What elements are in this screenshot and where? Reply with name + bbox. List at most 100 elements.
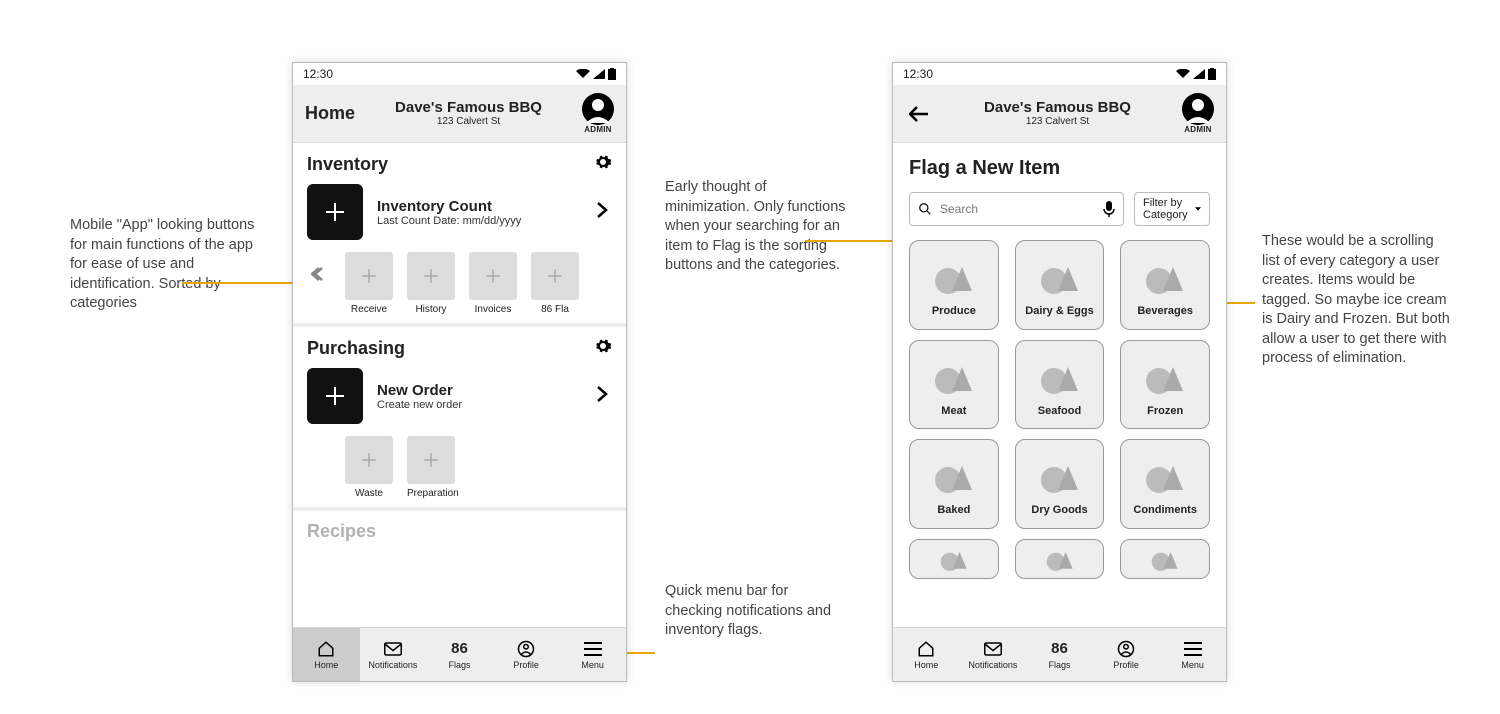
flag-content: Flag a New Item Filter by Category Produ…	[893, 143, 1226, 627]
bottom-nav: Home Notifications 86 Flags Profile Menu	[293, 627, 626, 681]
chevron-left-icon[interactable]	[311, 252, 331, 287]
nav-flags[interactable]: 86 Flags	[1026, 628, 1093, 681]
avatar-icon	[582, 93, 614, 125]
arrow-2	[805, 240, 905, 242]
flags-count: 86	[451, 640, 468, 658]
new-order-row[interactable]: New Order Create new order	[307, 366, 612, 428]
thumb-preparation[interactable]: Preparation	[407, 436, 459, 499]
nav-menu[interactable]: Menu	[1159, 628, 1226, 681]
placeholder-icon	[928, 452, 981, 500]
inventory-count-title: Inventory Count	[377, 198, 582, 215]
status-time: 12:30	[903, 67, 933, 81]
section-inventory: Inventory Inventory Count Last Count Dat…	[293, 143, 626, 327]
admin-label: ADMIN	[1182, 125, 1214, 134]
flags-count: 86	[1051, 640, 1068, 658]
category-tile-dairy-eggs[interactable]: Dairy & Eggs	[1015, 240, 1105, 330]
placeholder-icon	[1033, 544, 1086, 574]
nav-profile[interactable]: Profile	[1093, 628, 1160, 681]
status-bar: 12:30	[893, 63, 1226, 85]
section-purchasing: Purchasing New Order Create new order x	[293, 327, 626, 511]
menu-icon	[1184, 640, 1202, 658]
mic-icon[interactable]	[1103, 201, 1115, 217]
placeholder-icon	[1033, 253, 1086, 301]
purchasing-thumbs: Waste Preparation	[345, 436, 459, 499]
annotation-4: These would be a scrolling list of every…	[1262, 232, 1452, 369]
phone-screen-flag-item: 12:30 Dave's Famous BBQ 123 Calvert St A…	[892, 62, 1227, 682]
category-grid: Produce Dairy & Eggs Beverages Meat Seaf…	[893, 236, 1226, 579]
category-tile-meat[interactable]: Meat	[909, 340, 999, 430]
admin-label: ADMIN	[582, 125, 614, 134]
chevron-right-icon	[596, 201, 612, 224]
category-tile-beverages[interactable]: Beverages	[1120, 240, 1210, 330]
gear-icon[interactable]	[594, 337, 612, 360]
bottom-nav: Home Notifications 86 Flags Profile Menu	[893, 627, 1226, 681]
filter-dropdown[interactable]: Filter by Category	[1134, 192, 1210, 226]
admin-block[interactable]: ADMIN	[1182, 93, 1214, 134]
arrow-1	[182, 282, 302, 284]
category-tile-dry-goods[interactable]: Dry Goods	[1015, 439, 1105, 529]
thumb-waste[interactable]: Waste	[345, 436, 393, 499]
home-content: Inventory Inventory Count Last Count Dat…	[293, 143, 626, 627]
placeholder-icon	[928, 253, 981, 301]
battery-icon	[608, 68, 616, 80]
business-block: Dave's Famous BBQ 123 Calvert St	[365, 99, 572, 128]
plus-icon	[307, 368, 363, 424]
section-recipes-peek: Recipes	[293, 511, 626, 542]
chevron-down-icon	[1195, 206, 1201, 212]
thumb-history[interactable]: History	[407, 252, 455, 315]
search-filter-row: Filter by Category	[893, 186, 1226, 236]
search-icon	[918, 202, 932, 216]
new-order-title: New Order	[377, 382, 582, 399]
wifi-icon	[576, 69, 590, 79]
annotation-3: Quick menu bar for checking notification…	[665, 582, 835, 641]
inventory-count-sub: Last Count Date: mm/dd/yyyy	[377, 215, 582, 227]
nav-notifications[interactable]: Notifications	[960, 628, 1027, 681]
business-address: 123 Calvert St	[943, 116, 1172, 128]
category-tile-seafood[interactable]: Seafood	[1015, 340, 1105, 430]
category-tile-more[interactable]	[1120, 539, 1210, 579]
status-bar: 12:30	[293, 63, 626, 85]
nav-menu[interactable]: Menu	[559, 628, 626, 681]
search-input[interactable]	[940, 202, 1095, 216]
inventory-count-row[interactable]: Inventory Count Last Count Date: mm/dd/y…	[307, 182, 612, 244]
business-name: Dave's Famous BBQ	[365, 99, 572, 116]
category-tile-condiments[interactable]: Condiments	[1120, 439, 1210, 529]
category-tile-more[interactable]	[909, 539, 999, 579]
business-name: Dave's Famous BBQ	[943, 99, 1172, 116]
mail-icon	[384, 640, 402, 658]
plus-icon	[531, 252, 579, 300]
thumb-86-flags[interactable]: 86 Fla	[531, 252, 579, 315]
plus-icon	[407, 252, 455, 300]
nav-profile[interactable]: Profile	[493, 628, 560, 681]
plus-icon	[307, 184, 363, 240]
search-box[interactable]	[909, 192, 1124, 226]
chevron-right-icon	[596, 385, 612, 408]
annotation-1: Mobile "App" looking buttons for main fu…	[70, 216, 265, 314]
business-address: 123 Calvert St	[365, 116, 572, 128]
plus-icon	[469, 252, 517, 300]
menu-icon	[584, 640, 602, 658]
plus-icon	[345, 252, 393, 300]
nav-home[interactable]: Home	[293, 628, 360, 681]
profile-icon	[517, 640, 535, 658]
plus-icon	[407, 436, 455, 484]
category-tile-more[interactable]	[1015, 539, 1105, 579]
thumb-invoices[interactable]: Invoices	[469, 252, 517, 315]
nav-notifications[interactable]: Notifications	[360, 628, 427, 681]
admin-block[interactable]: ADMIN	[582, 93, 614, 134]
gear-icon[interactable]	[594, 153, 612, 176]
category-tile-produce[interactable]: Produce	[909, 240, 999, 330]
status-icons	[576, 68, 616, 80]
placeholder-icon	[1139, 452, 1192, 500]
category-tile-frozen[interactable]: Frozen	[1120, 340, 1210, 430]
category-tile-baked[interactable]: Baked	[909, 439, 999, 529]
placeholder-icon	[1139, 253, 1192, 301]
annotation-2: Early thought of minimization. Only func…	[665, 178, 850, 276]
nav-flags[interactable]: 86 Flags	[426, 628, 493, 681]
signal-icon	[593, 69, 605, 79]
nav-home[interactable]: Home	[893, 628, 960, 681]
app-header: Home Dave's Famous BBQ 123 Calvert St AD…	[293, 85, 626, 143]
section-title-recipes: Recipes	[307, 521, 376, 541]
thumb-receive[interactable]: Receive	[345, 252, 393, 315]
back-button[interactable]	[905, 100, 933, 128]
